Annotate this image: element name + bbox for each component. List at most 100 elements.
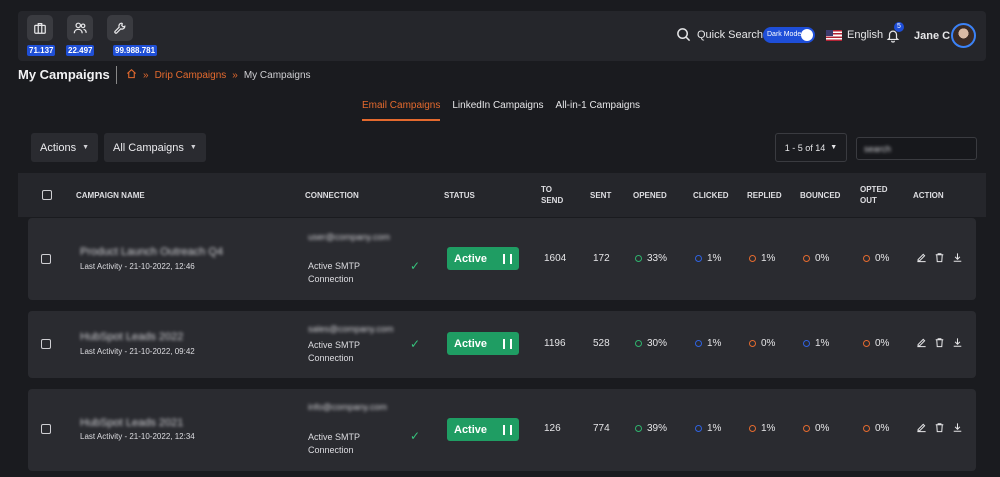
blue-dot-icon	[695, 255, 702, 262]
status-label: Active	[454, 423, 488, 436]
pause-icon	[503, 424, 512, 435]
chevron-double-right-icon: »	[232, 69, 238, 81]
wrench-icon[interactable]	[107, 15, 133, 41]
col-sent[interactable]: SENT	[590, 190, 611, 201]
breadcrumb-link[interactable]: Drip Campaigns	[155, 70, 227, 81]
orange-dot-icon	[863, 425, 870, 432]
download-icon[interactable]	[952, 252, 963, 263]
edit-icon[interactable]	[916, 252, 927, 263]
opened-metric: 30%	[635, 338, 667, 349]
pause-icon	[503, 253, 512, 264]
opened-metric: 33%	[635, 253, 667, 264]
campaign-name[interactable]: HubSpot Leads 2022	[80, 331, 183, 343]
table-row[interactable]: Product Launch Outreach Q4 Last Activity…	[28, 218, 976, 300]
to-send-value: 126	[544, 423, 561, 434]
campaign-name[interactable]: HubSpot Leads 2021	[80, 417, 183, 429]
status-toggle-button[interactable]: Active	[447, 418, 519, 441]
connection-email: sales@company.com	[308, 324, 394, 334]
campaign-name[interactable]: Product Launch Outreach Q4	[80, 246, 223, 258]
col-replied[interactable]: REPLIED	[747, 190, 782, 201]
replied-metric: 0%	[749, 338, 775, 349]
table-header: CAMPAIGN NAME CONNECTION STATUS TO SEND …	[18, 173, 986, 217]
briefcase-icon[interactable]	[27, 15, 53, 41]
replied-value: 0%	[761, 338, 776, 349]
col-clicked[interactable]: CLICKED	[693, 190, 729, 201]
clicked-value: 1%	[707, 253, 722, 264]
col-bounced[interactable]: BOUNCED	[800, 190, 840, 201]
col-campaign-name[interactable]: CAMPAIGN NAME	[76, 190, 145, 201]
last-activity: Last Activity - 21-10-2022, 12:46	[80, 262, 195, 271]
table-row[interactable]: HubSpot Leads 2022 Last Activity - 21-10…	[28, 311, 976, 378]
opened-value: 30%	[647, 338, 668, 349]
download-icon[interactable]	[952, 422, 963, 433]
last-activity: Last Activity - 21-10-2022, 09:42	[80, 347, 195, 356]
avatar[interactable]	[951, 23, 976, 48]
table-row[interactable]: HubSpot Leads 2021 Last Activity - 21-10…	[28, 389, 976, 471]
chevron-down-icon: ▼	[189, 144, 197, 151]
search-input[interactable]: search	[856, 137, 977, 160]
tab-email-campaigns[interactable]: Email Campaigns	[362, 100, 441, 121]
orange-dot-icon	[803, 425, 810, 432]
tab-all-in-1-campaigns[interactable]: All-in-1 Campaigns	[556, 100, 640, 121]
opted-out-value: 0%	[875, 253, 890, 264]
notifications-button[interactable]: 5	[886, 22, 904, 46]
replied-metric: 1%	[749, 253, 775, 264]
tab-linkedin-campaigns[interactable]: LinkedIn Campaigns	[452, 100, 543, 121]
select-all-checkbox[interactable]	[42, 190, 52, 200]
connection-email: user@company.com	[308, 232, 390, 242]
sent-value: 528	[593, 338, 610, 349]
orange-dot-icon	[749, 425, 756, 432]
row-actions	[916, 337, 963, 348]
opened-metric: 39%	[635, 423, 667, 434]
search-icon	[677, 28, 691, 42]
download-icon[interactable]	[952, 337, 963, 348]
orange-dot-icon	[749, 255, 756, 262]
bounced-metric: 0%	[803, 423, 829, 434]
toggle-knob	[801, 29, 813, 41]
col-opened[interactable]: OPENED	[633, 190, 667, 201]
notification-count: 5	[894, 22, 904, 32]
check-icon: ✓	[410, 429, 421, 443]
row-checkbox[interactable]	[41, 339, 51, 349]
status-toggle-button[interactable]: Active	[447, 332, 519, 355]
clicked-value: 1%	[707, 338, 722, 349]
row-checkbox[interactable]	[41, 254, 51, 264]
dark-mode-toggle[interactable]: Dark Mode	[763, 27, 815, 43]
users-icon[interactable]	[67, 15, 93, 41]
col-connection[interactable]: CONNECTION	[305, 190, 359, 201]
replied-value: 1%	[761, 423, 776, 434]
orange-dot-icon	[749, 340, 756, 347]
clicked-metric: 1%	[695, 338, 721, 349]
user-name[interactable]: Jane C	[914, 30, 950, 42]
status-toggle-button[interactable]: Active	[447, 247, 519, 270]
edit-icon[interactable]	[916, 422, 927, 433]
row-checkbox[interactable]	[41, 424, 51, 434]
home-icon[interactable]	[126, 68, 137, 82]
actions-label: Actions	[40, 141, 77, 154]
opted-out-metric: 0%	[863, 253, 889, 264]
campaign-filter-dropdown[interactable]: All Campaigns ▼	[104, 133, 206, 162]
connection-status: Active SMTP Connection	[308, 261, 360, 284]
orange-dot-icon	[863, 255, 870, 262]
col-status[interactable]: STATUS	[444, 190, 475, 201]
edit-icon[interactable]	[916, 337, 927, 348]
actions-dropdown[interactable]: Actions ▼	[31, 133, 99, 162]
opted-out-value: 0%	[875, 338, 890, 349]
language-selector[interactable]: English	[826, 29, 883, 41]
check-icon: ✓	[410, 337, 421, 351]
stat-badge: 71.137	[27, 45, 56, 56]
opted-out-metric: 0%	[863, 423, 889, 434]
chevron-down-icon: ▼	[82, 144, 90, 151]
clicked-metric: 1%	[695, 423, 721, 434]
quick-search[interactable]: Quick Search	[676, 27, 763, 42]
row-actions	[916, 252, 963, 263]
trash-icon[interactable]	[934, 337, 945, 348]
trash-icon[interactable]	[934, 422, 945, 433]
green-dot-icon	[635, 340, 642, 347]
language-label: English	[847, 29, 884, 41]
col-opted-out[interactable]: OPTED OUT	[860, 184, 890, 206]
pagination-dropdown[interactable]: 1 - 5 of 14 ▼	[775, 133, 847, 162]
status-label: Active	[454, 337, 488, 350]
trash-icon[interactable]	[934, 252, 945, 263]
col-to-send[interactable]: TO SEND	[541, 184, 569, 206]
